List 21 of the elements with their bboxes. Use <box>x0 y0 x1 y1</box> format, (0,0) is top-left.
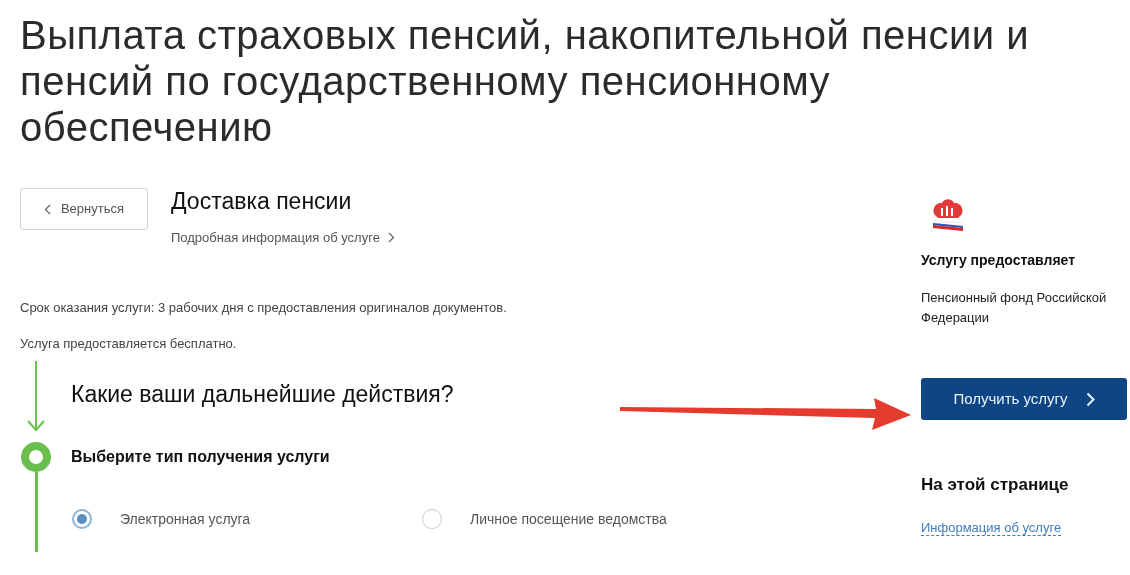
radio-option[interactable]: Электронная услуга <box>71 508 421 530</box>
down-arrow-icon <box>26 360 46 432</box>
radio-button[interactable] <box>72 509 92 529</box>
radio-option[interactable]: Личное посещение ведомства <box>421 508 771 530</box>
pension-fund-logo <box>930 196 966 232</box>
back-button[interactable]: Вернуться <box>20 188 148 230</box>
details-link[interactable]: Подробная информация об услуге <box>171 228 395 248</box>
chevron-right-icon <box>1085 391 1095 407</box>
step-title: Выберите тип получения услуги <box>71 446 331 467</box>
info-text: Услуга предоставляется бесплатно. <box>20 335 238 351</box>
provider-name: Пенсионный фонд Российской Федерации <box>921 289 1108 327</box>
provider-heading: Услугу предоставляет <box>921 251 1077 270</box>
service-title: Доставка пенсии <box>171 188 353 214</box>
info-text: Срок оказания услуги: 3 рабочих дня с предоставления оригиналов документов. <box>20 299 508 315</box>
chevron-left-icon <box>43 203 51 215</box>
next-steps-heading: Какие ваши дальнейшие действия? <box>71 380 455 407</box>
chevron-right-icon <box>387 232 395 244</box>
on-this-page-heading: На этой странице <box>921 474 1070 496</box>
page-section-link[interactable]: Информация об услуге <box>921 519 1062 536</box>
page-title: Выплата страховых пенсий, накопительной пенсии и пенсий по государственному пенсионному обеспечению <box>19 12 1031 150</box>
get-service-button[interactable]: Получить услугу <box>921 378 1127 420</box>
